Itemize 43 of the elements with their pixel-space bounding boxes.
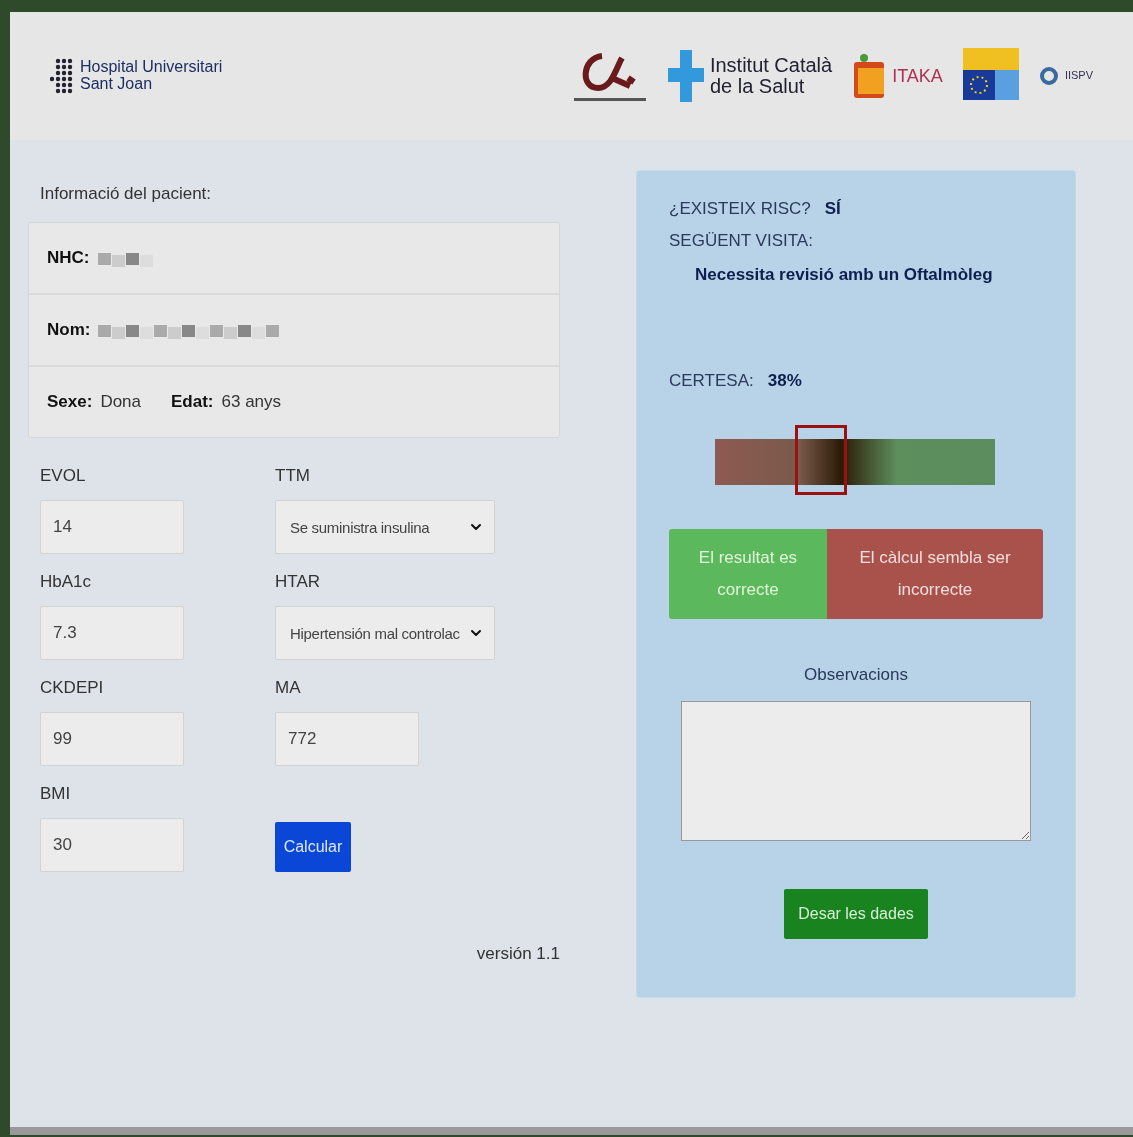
sex-value: Dona [100,392,141,412]
certainty-label: CERTESA: [669,371,754,391]
age-label: Edat: [171,392,214,412]
field-label: EVOL [40,466,87,486]
hospital-name: Sant Joan [80,76,154,93]
input-field[interactable]: 99 [40,712,184,766]
sex-label: Sexe: [47,392,93,412]
field-label: MA [275,678,302,698]
risk-value: SÍ [824,199,841,219]
save-button[interactable]: Desar les dades [784,889,928,939]
next-visit-label: SEGÜENT VISITA: [669,231,813,251]
select-field[interactable]: Hipertensión mal controlac [275,606,495,660]
nhc-label: NHC: [47,248,90,268]
itaka-name: ITAKA [892,66,943,86]
iispv-name: IISPV [1064,70,1093,82]
select-field[interactable]: Se suministra insulina [275,500,495,554]
field-label: TTM [275,466,311,486]
field-label: CKDEPI [40,678,105,698]
input-field[interactable]: 772 [275,712,419,766]
input-field[interactable]: 7.3 [40,606,184,660]
cross-icon [667,50,704,102]
observations-label: Observacions [803,665,909,685]
name-label: Nom: [47,320,91,340]
iispv-logo-icon [1038,66,1059,86]
version-text: versión 1.1 [476,944,560,964]
incorrect-button[interactable]: El càlcul sembla ser incorrecte [827,529,1043,619]
hospital-logo-icon [50,57,74,95]
certainty-value: 38% [767,371,802,391]
field-label: HbA1c [40,572,93,592]
institute-name: Institut Català [709,55,833,76]
risk-label: ¿EXISTEIX RISC? [669,199,811,219]
calculate-button[interactable]: Calcular [275,822,351,872]
observations-field[interactable] [681,701,1031,841]
age-value: 63 anys [221,392,282,412]
input-field[interactable]: 30 [40,818,184,872]
folder-logo-icon [852,52,887,100]
institute-name: de la Salut [709,76,806,97]
next-visit-value: Necessita revisió amb un Oftalmòleg [694,265,994,285]
input-field[interactable]: 14 [40,500,184,554]
section-title: Informació del pacient: [39,183,213,205]
field-label: BMI [40,784,72,804]
hospital-name: Hospital Universitari [80,59,223,76]
field-label: HTAR [275,572,321,592]
